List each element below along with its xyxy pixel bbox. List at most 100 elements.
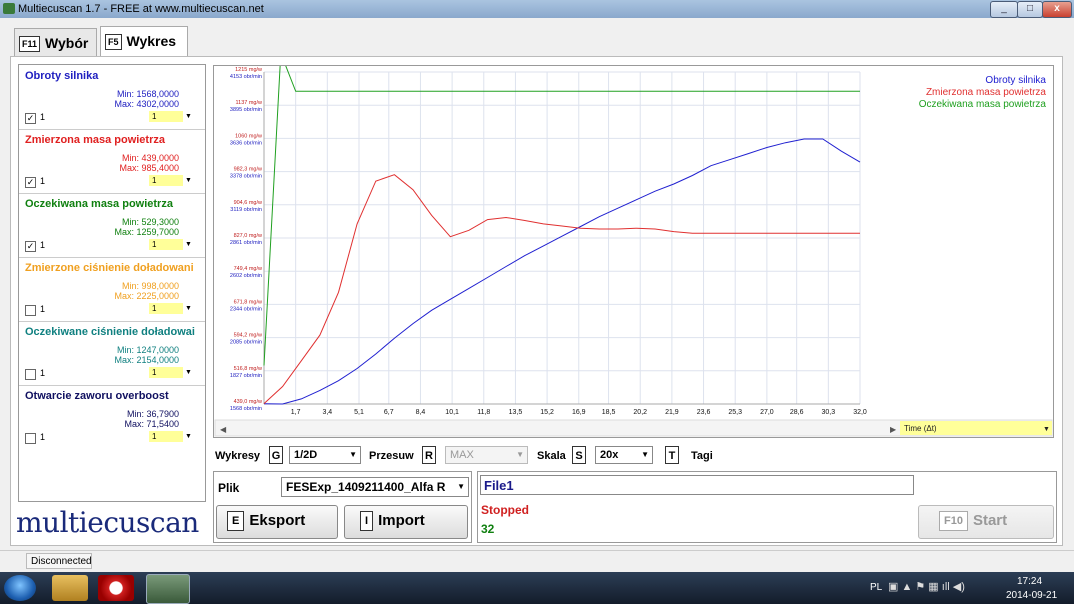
channel-axis-select[interactable]: 1 — [149, 367, 183, 378]
channel-axis-select[interactable]: 1 — [149, 239, 183, 250]
app-icon — [3, 3, 15, 14]
y-tick-label-rpm: 2085 obr/min — [230, 340, 262, 346]
y-tick-label-rpm: 4153 obr/min — [230, 74, 262, 80]
channel-item[interactable]: Zmierzona masa powietrza Min: 439,0000 M… — [19, 129, 205, 194]
legend-entry: Obroty silnika — [985, 75, 1046, 86]
chart-area[interactable]: 439,0 mg/w 1568 obr/min 516,8 mg/w 1827 obr… — [213, 65, 1054, 438]
x-tick-label: 18,5 — [602, 409, 616, 416]
channel-index: 1 — [40, 432, 46, 442]
x-tick-label: 27,0 — [760, 409, 774, 416]
export-key: E — [227, 511, 245, 532]
file-group: Plik FESExp_1409211400_Alfa R ▼ E Eksport … — [213, 471, 472, 543]
channel-name: Oczekiwane ciśnienie doładowai — [25, 326, 195, 338]
wykresy-label: Wykresy — [215, 450, 261, 462]
channel-min: Min: 1247,0000 — [116, 345, 179, 355]
window-title: Multiecuscan 1.7 - FREE at www.multiecus… — [18, 3, 264, 15]
scroll-right-icon[interactable]: ▶ — [890, 425, 897, 434]
channel-axis-select[interactable]: 1 — [149, 175, 183, 186]
import-button[interactable]: I Import — [344, 505, 468, 539]
x-tick-label: 16,9 — [572, 409, 586, 416]
channel-index: 1 — [40, 368, 46, 378]
channel-item[interactable]: Oczekiwana masa powietrza Min: 529,3000 … — [19, 193, 205, 258]
x-tick-label: 13,5 — [509, 409, 523, 416]
scroll-left-icon[interactable]: ◀ — [220, 425, 227, 434]
channel-item[interactable]: Obroty silnika Min: 1568,0000 Max: 4302,… — [19, 65, 205, 130]
chevron-down-icon[interactable]: ▼ — [185, 239, 195, 250]
channel-checkbox[interactable] — [25, 433, 36, 444]
channel-axis-select[interactable]: 1 — [149, 431, 183, 442]
tab-wybor-label: Wybór — [45, 35, 89, 51]
channel-item[interactable]: Oczekiwane ciśnienie doładowai Min: 1247… — [19, 321, 205, 386]
app-logo: multiecuscan — [16, 506, 199, 539]
clock-time[interactable]: 17:24 — [1017, 576, 1042, 587]
minimize-button[interactable]: _ — [990, 1, 1018, 18]
skala-key[interactable]: S — [572, 446, 586, 464]
tab-wybor-key: F11 — [19, 36, 41, 53]
tagi-label[interactable]: Tagi — [691, 450, 713, 462]
channel-index: 1 — [40, 176, 46, 186]
tab-wykres[interactable]: F5 Wykres — [100, 26, 188, 56]
skala-select[interactable]: 20x ▼ — [595, 446, 653, 464]
chevron-down-icon[interactable]: ▼ — [185, 175, 195, 186]
x-tick-label: 28,6 — [790, 409, 804, 416]
x-tick-label: 32,0 — [853, 409, 867, 416]
chevron-down-icon[interactable]: ▼ — [185, 111, 195, 122]
channel-checkbox[interactable]: ✓ — [25, 241, 36, 252]
channel-axis-select[interactable]: 1 — [149, 111, 183, 122]
multiecuscan-taskbar-icon[interactable] — [146, 574, 190, 604]
connection-status: Disconnected — [26, 553, 92, 569]
channel-axis-select[interactable]: 1 — [149, 303, 183, 314]
channel-item[interactable]: Zmierzone ciśnienie doładowani Min: 998,… — [19, 257, 205, 322]
title-bar: Multiecuscan 1.7 - FREE at www.multiecus… — [0, 0, 1074, 18]
plik-value: FESExp_1409211400_Alfa R — [286, 480, 446, 494]
channel-checkbox[interactable]: ✓ — [25, 177, 36, 188]
plik-label: Plik — [218, 481, 240, 495]
channel-checkbox[interactable] — [25, 369, 36, 380]
przesuw-key[interactable]: R — [422, 446, 436, 464]
taskbar: PL ▣ ▲ ⚑ ▦ ıll ◀) 17:24 2014-09-21 — [0, 572, 1074, 604]
chevron-down-icon: ▼ — [457, 482, 465, 491]
legend-entry: Zmierzona masa powietrza — [926, 87, 1046, 98]
y-tick-label-rpm: 1827 obr/min — [230, 373, 262, 379]
status-group: File1 Stopped 32 F10 Start — [477, 471, 1057, 543]
start-button[interactable]: F10 Start — [918, 505, 1054, 539]
start-menu-icon[interactable] — [4, 575, 36, 601]
clock-date[interactable]: 2014-09-21 — [1006, 590, 1057, 601]
file-explorer-icon[interactable] — [52, 575, 88, 601]
export-button[interactable]: E Eksport — [216, 505, 338, 539]
language-indicator[interactable]: PL — [870, 582, 882, 593]
close-button[interactable]: x — [1042, 1, 1072, 18]
series-line — [263, 174, 860, 404]
wykresy-key[interactable]: G — [269, 446, 283, 464]
wykresy-select[interactable]: 1/2D ▼ — [289, 446, 361, 464]
przesuw-value: MAX — [450, 449, 474, 461]
channel-min: Min: 529,3000 — [121, 217, 179, 227]
skala-value: 20x — [600, 449, 619, 461]
x-tick-label: 8,4 — [416, 409, 426, 416]
channel-name: Zmierzone ciśnienie doładowani — [25, 262, 194, 274]
opera-browser-icon[interactable] — [98, 575, 134, 601]
channel-max: Max: 2154,0000 — [114, 355, 179, 365]
maximize-button[interactable]: □ — [1017, 1, 1043, 18]
chevron-down-icon[interactable]: ▼ — [185, 431, 195, 442]
start-key: F10 — [939, 511, 968, 532]
y-tick-label-mg: 1060 mg/w — [235, 133, 262, 139]
tab-wybor[interactable]: F11 Wybór — [14, 28, 97, 56]
series-line — [263, 66, 860, 366]
plik-select[interactable]: FESExp_1409211400_Alfa R ▼ — [281, 477, 469, 497]
file-name-field[interactable]: File1 — [480, 475, 914, 495]
channel-item[interactable]: Otwarcie zaworu overboost Min: 36,7900 M… — [19, 385, 205, 449]
y-tick-label-rpm: 3895 obr/min — [230, 107, 262, 113]
chevron-down-icon[interactable]: ▼ — [1043, 426, 1050, 433]
channel-checkbox[interactable]: ✓ — [25, 113, 36, 124]
y-tick-label-rpm: 2861 obr/min — [230, 240, 262, 246]
chevron-down-icon[interactable]: ▼ — [185, 367, 195, 378]
tray-icons[interactable]: ▣ ▲ ⚑ ▦ ıll ◀) — [888, 580, 965, 593]
y-tick-label-rpm: 3636 obr/min — [230, 140, 262, 146]
channel-checkbox[interactable] — [25, 305, 36, 316]
channel-list: Obroty silnika Min: 1568,0000 Max: 4302,… — [18, 64, 206, 502]
chevron-down-icon[interactable]: ▼ — [185, 303, 195, 314]
tagi-key[interactable]: T — [665, 446, 679, 464]
channel-index: 1 — [40, 304, 46, 314]
y-tick-label-mg: 749,4 mg/w — [234, 266, 262, 272]
